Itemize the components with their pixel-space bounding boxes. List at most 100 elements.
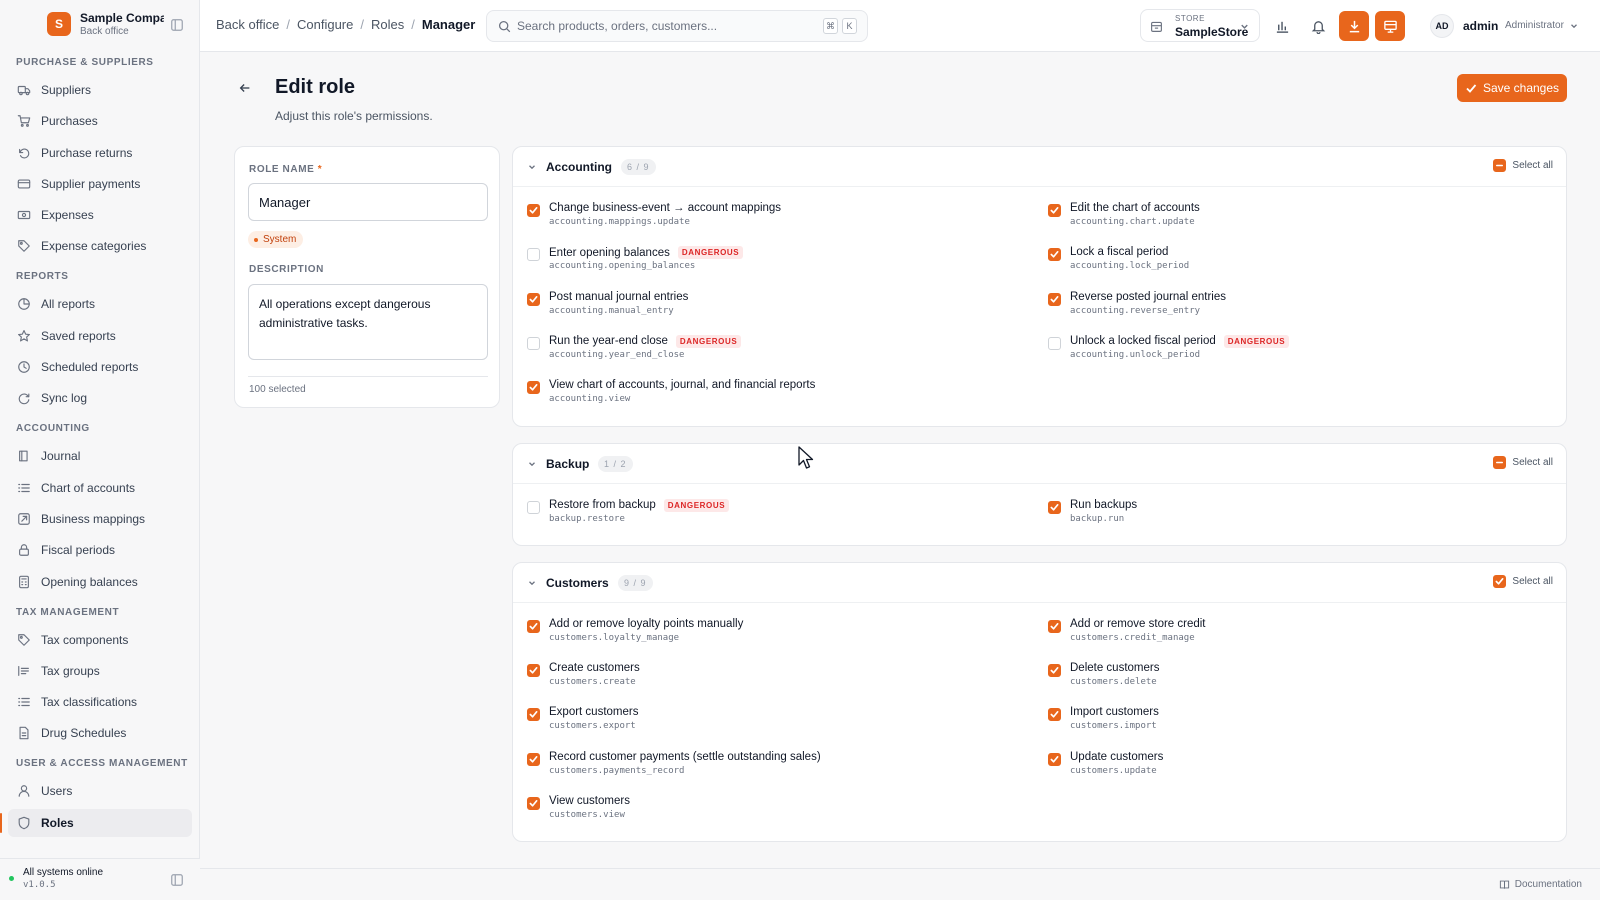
permission-item[interactable]: Export customers customers.export <box>527 706 1027 738</box>
permission-checkbox[interactable] <box>527 500 540 514</box>
permission-item[interactable]: Change business-event → account mappings… <box>527 202 1027 234</box>
sidebar-item-opening-balances[interactable]: Opening balances <box>8 568 192 596</box>
search-bar[interactable]: ⌘ K <box>486 10 868 42</box>
permission-item[interactable]: Create customers customers.create <box>527 662 1027 694</box>
sidebar-item-expense-categories[interactable]: Expense categories <box>8 232 192 260</box>
permission-checkbox[interactable] <box>1048 248 1061 262</box>
sidebar-item-journal[interactable]: Journal <box>8 442 192 470</box>
description-textarea[interactable]: All operations except dangerous administ… <box>248 284 488 360</box>
permission-item[interactable]: Add or remove loyalty points manually cus… <box>527 618 1027 650</box>
permission-checkbox[interactable] <box>527 248 540 262</box>
chevron-down-icon[interactable] <box>527 162 537 172</box>
sidebar-item-business-mappings[interactable]: Business mappings <box>8 505 192 533</box>
chevron-down-icon[interactable] <box>527 459 537 469</box>
sidebar-item-roles[interactable]: Roles <box>0 808 192 837</box>
permission-item[interactable]: View chart of accounts, journal, and fin… <box>527 379 1027 411</box>
sidebar-item-all-reports[interactable]: All reports <box>8 290 192 318</box>
documentation-link[interactable]: Documentation <box>1499 879 1582 890</box>
chevron-down-icon[interactable] <box>527 578 537 588</box>
sidebar-item-sync-log[interactable]: Sync log <box>8 384 192 412</box>
select-all-toggle[interactable]: Select all <box>1493 159 1553 172</box>
permission-item[interactable]: Unlock a locked fiscal period DANGEROUS ac… <box>1048 334 1548 367</box>
permission-item[interactable]: Run backups backup.run <box>1048 499 1548 531</box>
permission-item[interactable]: Enter opening balances DANGEROUS accountin… <box>527 246 1027 278</box>
select-all-checkbox[interactable] <box>1493 574 1507 588</box>
permission-checkbox[interactable] <box>1048 204 1061 217</box>
permission-item[interactable]: Reverse posted journal entries accounting… <box>1048 291 1548 323</box>
user-menu[interactable]: AD admin Administrator <box>1430 14 1590 38</box>
permission-item[interactable]: Edit the chart of accounts accounting.cha… <box>1048 202 1548 234</box>
permission-item[interactable]: Post manual journal entries accounting.ma… <box>527 291 1027 323</box>
sidebar-item-scheduled-reports[interactable]: Scheduled reports <box>8 353 192 381</box>
sidebar-item-expenses[interactable]: Expenses <box>8 201 192 229</box>
back-arrow-icon[interactable] <box>238 81 252 95</box>
store-selector[interactable]: STORE SampleStore <box>1140 9 1260 42</box>
permission-item[interactable]: Add or remove store credit customers.cred… <box>1048 618 1548 650</box>
sidebar-item-suppliers[interactable]: Suppliers <box>8 76 192 104</box>
sidebar-item-saved-reports[interactable]: Saved reports <box>8 322 192 350</box>
permission-item[interactable]: Restore from backup DANGEROUS backup.resto… <box>527 498 1027 531</box>
sidebar-item-users[interactable]: Users <box>8 777 192 805</box>
permission-group-header[interactable]: Accounting 6 / 9 Select all <box>513 147 1566 187</box>
permission-label: Unlock a locked fiscal period <box>1070 335 1216 348</box>
permission-checkbox[interactable] <box>527 796 540 810</box>
permission-checkbox[interactable] <box>527 336 540 350</box>
breadcrumb-back-office[interactable]: Back office <box>216 17 279 32</box>
permission-checkbox[interactable] <box>527 619 540 633</box>
pos-terminal-button[interactable] <box>1375 11 1405 41</box>
sidebar-item-purchases[interactable]: Purchases <box>8 107 192 135</box>
permission-item[interactable]: Delete customers customers.delete <box>1048 662 1548 694</box>
sidebar-item-drug-schedules[interactable]: Drug Schedules <box>8 719 192 747</box>
permission-item[interactable]: Update customers customers.update <box>1048 751 1548 783</box>
select-all-toggle[interactable]: Select all <box>1493 574 1553 588</box>
sidebar-item-fiscal-periods[interactable]: Fiscal periods <box>8 536 192 564</box>
permission-item[interactable]: Lock a fiscal period accounting.lock_peri… <box>1048 246 1548 278</box>
breadcrumb-configure[interactable]: Configure <box>297 17 353 32</box>
bar-chart-icon <box>1276 21 1288 33</box>
sidebar-item-label: Fiscal periods <box>41 543 116 558</box>
analytics-button[interactable] <box>1267 11 1297 41</box>
select-all-checkbox[interactable] <box>1493 159 1507 172</box>
role-name-label: ROLE NAME * <box>249 164 322 175</box>
permission-checkbox[interactable] <box>1048 619 1061 633</box>
check-icon <box>529 799 538 807</box>
sidebar-collapse-icon[interactable] <box>170 18 184 32</box>
permission-checkbox[interactable] <box>1048 708 1061 722</box>
sidebar-item-tax-components[interactable]: Tax components <box>8 626 192 654</box>
brand[interactable]: S Sample Company Back office <box>0 0 200 52</box>
save-changes-button[interactable]: Save changes <box>1457 74 1567 102</box>
download-button[interactable] <box>1339 11 1369 41</box>
breadcrumb-roles[interactable]: Roles <box>371 17 404 32</box>
select-all-toggle[interactable]: Select all <box>1493 455 1553 469</box>
sidebar-item-supplier-payments[interactable]: Supplier payments <box>8 170 192 198</box>
permission-item[interactable]: Import customers customers.import <box>1048 706 1548 738</box>
sidebar-item-chart-of-accounts[interactable]: Chart of accounts <box>8 474 192 502</box>
permission-checkbox[interactable] <box>527 381 540 395</box>
search-input[interactable] <box>517 15 797 37</box>
permission-checkbox[interactable] <box>1048 500 1061 514</box>
permission-checkbox[interactable] <box>1048 292 1061 306</box>
sidebar-nav: PURCHASE & SUPPLIERS Suppliers Purchases Pu… <box>0 52 200 858</box>
permission-checkbox[interactable] <box>1048 664 1061 678</box>
permission-checkbox[interactable] <box>527 664 540 678</box>
shield-icon <box>18 816 30 830</box>
permission-item[interactable]: Record customer payments (settle outstan… <box>527 751 1027 783</box>
select-all-checkbox[interactable] <box>1493 455 1507 469</box>
permission-group-header[interactable]: Backup 1 / 2 Select all <box>513 444 1566 484</box>
select-all-label: Select all <box>1512 456 1553 468</box>
permission-checkbox[interactable] <box>527 292 540 306</box>
permission-checkbox[interactable] <box>1048 752 1061 766</box>
permission-checkbox[interactable] <box>1048 336 1061 350</box>
permission-group-header[interactable]: Customers 9 / 9 Select all <box>513 563 1566 603</box>
role-name-input[interactable] <box>248 183 488 221</box>
permission-item[interactable]: View customers customers.view <box>527 795 1027 827</box>
sidebar-item-tax-groups[interactable]: Tax groups <box>8 657 192 685</box>
permission-checkbox[interactable] <box>527 752 540 766</box>
permission-checkbox[interactable] <box>527 204 540 217</box>
sidebar-item-tax-classifications[interactable]: Tax classifications <box>8 688 192 716</box>
notifications-button[interactable] <box>1303 11 1333 41</box>
sidebar-item-purchase-returns[interactable]: Purchase returns <box>8 139 192 167</box>
footer-collapse-icon[interactable] <box>170 873 184 887</box>
permission-item[interactable]: Run the year-end close DANGEROUS accountin… <box>527 334 1027 367</box>
permission-checkbox[interactable] <box>527 708 540 722</box>
